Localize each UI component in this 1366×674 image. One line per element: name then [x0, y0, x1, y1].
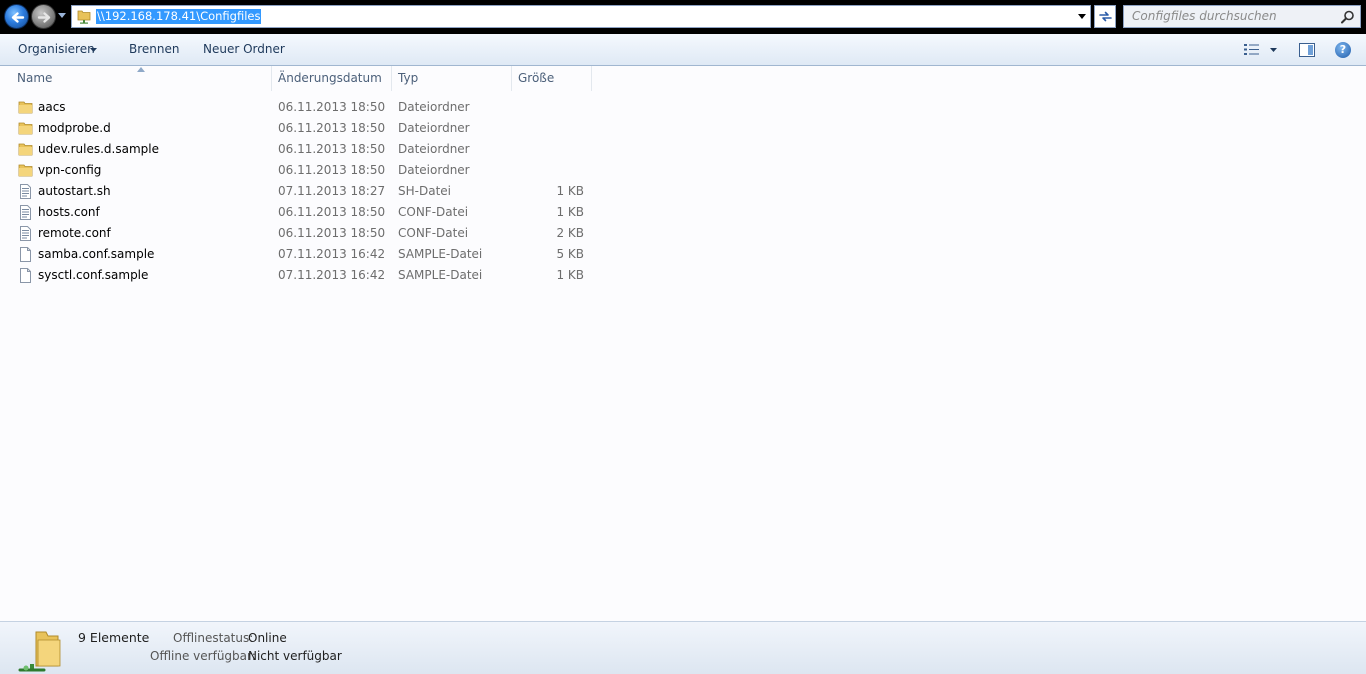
view-details-icon[interactable]: [1244, 43, 1260, 56]
column-header-name[interactable]: Name: [11, 66, 272, 91]
file-date: 06.11.2013 18:50: [278, 121, 386, 135]
offline-status-value: Online: [248, 631, 287, 645]
column-header-date[interactable]: Änderungsdatum: [272, 66, 392, 91]
file-date: 06.11.2013 18:50: [278, 226, 386, 240]
refresh-button[interactable]: [1094, 5, 1116, 28]
details-pane: 9 Elemente Offlinestatus: Online Offline…: [0, 621, 1366, 674]
back-button[interactable]: [4, 4, 29, 29]
address-field[interactable]: \\192.168.178.41\Configfiles: [71, 5, 1091, 28]
file-type: CONF-Datei: [398, 226, 469, 240]
file-type: SH-Datei: [398, 184, 451, 198]
file-type: Dateiordner: [398, 142, 470, 156]
search-icon[interactable]: [1341, 10, 1355, 24]
network-folder-icon: [18, 631, 61, 672]
file-size: 2 KB: [556, 226, 584, 240]
item-count: 9 Elemente: [78, 630, 150, 645]
text-file-icon: [20, 184, 31, 199]
offline-available-label: Offline verfügbar:: [150, 649, 256, 663]
file-row[interactable]: aacs 06.11.2013 18:50 Dateiordner: [0, 97, 1366, 118]
help-icon[interactable]: ?: [1335, 42, 1351, 58]
preview-pane-icon[interactable]: [1299, 43, 1315, 57]
address-dropdown-icon[interactable]: [1078, 14, 1086, 19]
file-date: 07.11.2013 16:42: [278, 247, 386, 261]
file-size: 1 KB: [556, 184, 584, 198]
column-header-size[interactable]: Größe: [512, 66, 592, 91]
file-type: SAMPLE-Datei: [398, 247, 483, 261]
organize-button[interactable]: Organisieren: [18, 42, 95, 56]
file-list: aacs 06.11.2013 18:50 Dateiordner modpro…: [0, 97, 1366, 286]
folder-icon: [18, 164, 33, 177]
file-size: 5 KB: [556, 247, 584, 261]
arrow-right-icon: [37, 12, 51, 23]
offline-status-label: Offlinestatus:: [173, 631, 254, 645]
refresh-icon: [1099, 11, 1112, 22]
file-type: Dateiordner: [398, 121, 470, 135]
search-field[interactable]: Configfiles durchsuchen: [1123, 5, 1361, 28]
forward-button[interactable]: [31, 4, 56, 29]
history-dropdown-icon[interactable]: [58, 13, 66, 18]
file-date: 07.11.2013 16:42: [278, 268, 386, 282]
file-name: sysctl.conf.sample: [38, 268, 149, 282]
text-file-icon: [20, 205, 31, 220]
chevron-down-icon[interactable]: [90, 48, 97, 52]
file-row[interactable]: remote.conf 06.11.2013 18:50 CONF-Datei …: [0, 223, 1366, 244]
column-header-type[interactable]: Typ: [392, 66, 512, 91]
file-name: udev.rules.d.sample: [38, 142, 159, 156]
address-path[interactable]: \\192.168.178.41\Configfiles: [96, 9, 262, 24]
file-row[interactable]: hosts.conf 06.11.2013 18:50 CONF-Datei 1…: [0, 202, 1366, 223]
file-row[interactable]: sysctl.conf.sample 07.11.2013 16:42 SAMP…: [0, 265, 1366, 286]
file-name: hosts.conf: [38, 205, 100, 219]
file-date: 06.11.2013 18:50: [278, 163, 386, 177]
file-row[interactable]: udev.rules.d.sample 06.11.2013 18:50 Dat…: [0, 139, 1366, 160]
file-name: modprobe.d: [38, 121, 111, 135]
file-row[interactable]: autostart.sh 07.11.2013 18:27 SH-Datei 1…: [0, 181, 1366, 202]
file-name: aacs: [38, 100, 66, 114]
file-size: 1 KB: [556, 268, 584, 282]
command-bar: Organisieren Brennen Neuer Ordner ?: [0, 34, 1366, 66]
folder-icon: [18, 143, 33, 156]
burn-button[interactable]: Brennen: [129, 42, 179, 56]
file-date: 06.11.2013 18:50: [278, 142, 386, 156]
search-placeholder: Configfiles durchsuchen: [1132, 9, 1277, 23]
file-type: Dateiordner: [398, 100, 470, 114]
network-folder-icon: [77, 10, 91, 24]
file-name: vpn-config: [38, 163, 102, 177]
folder-icon: [18, 101, 33, 114]
view-dropdown-icon[interactable]: [1270, 48, 1277, 52]
file-date: 07.11.2013 18:27: [278, 184, 386, 198]
file-date: 06.11.2013 18:50: [278, 100, 386, 114]
file-type: SAMPLE-Datei: [398, 268, 483, 282]
address-bar-strip: \\192.168.178.41\Configfiles Configfiles…: [0, 0, 1366, 34]
offline-available-value: Nicht verfügbar: [248, 649, 342, 663]
file-name: remote.conf: [38, 226, 111, 240]
new-folder-button[interactable]: Neuer Ordner: [203, 42, 285, 56]
file-name: samba.conf.sample: [38, 247, 155, 261]
file-row[interactable]: vpn-config 06.11.2013 18:50 Dateiordner: [0, 160, 1366, 181]
file-row[interactable]: samba.conf.sample 07.11.2013 16:42 SAMPL…: [0, 244, 1366, 265]
file-type: Dateiordner: [398, 163, 470, 177]
blank-file-icon: [20, 247, 31, 262]
file-type: CONF-Datei: [398, 205, 469, 219]
blank-file-icon: [20, 268, 31, 283]
file-date: 06.11.2013 18:50: [278, 205, 386, 219]
arrow-left-icon: [11, 12, 25, 23]
file-size: 1 KB: [556, 205, 584, 219]
file-name: autostart.sh: [38, 184, 111, 198]
file-row[interactable]: modprobe.d 06.11.2013 18:50 Dateiordner: [0, 118, 1366, 139]
folder-icon: [18, 122, 33, 135]
text-file-icon: [20, 226, 31, 241]
